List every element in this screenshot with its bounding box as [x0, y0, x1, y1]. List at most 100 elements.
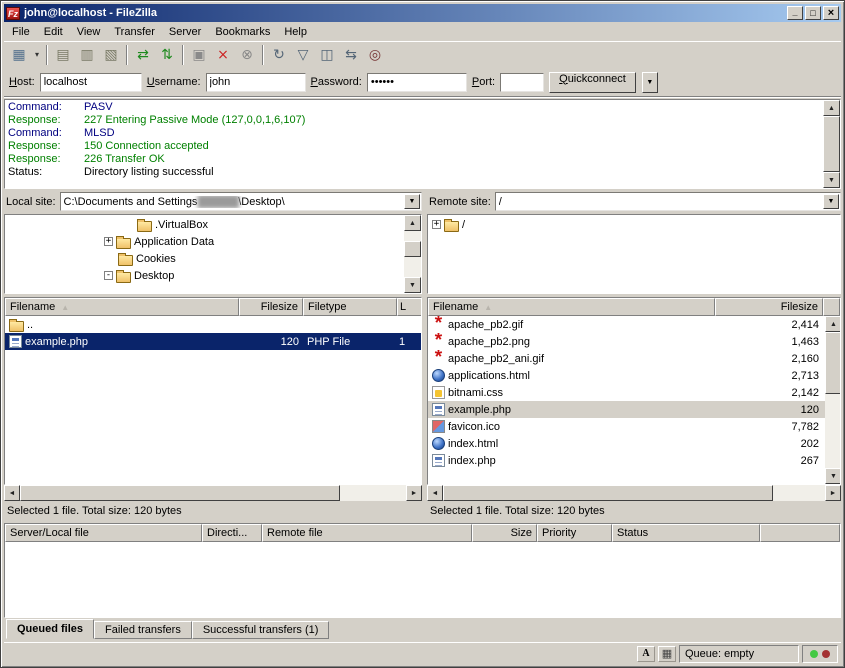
toggle-message-log-icon[interactable]: ▤: [51, 44, 75, 66]
log-line-status: Status:Directory listing successful: [8, 166, 820, 179]
column-header-filename[interactable]: Filename: [5, 298, 239, 316]
queue-column-header-directi[interactable]: Directi...: [202, 524, 262, 542]
filename-cell: favicon.ico: [428, 418, 715, 435]
title-bar[interactable]: Fz john@localhost - FileZilla _ □ ×: [4, 4, 841, 22]
password-input[interactable]: [367, 73, 467, 92]
scroll-down-icon[interactable]: [825, 468, 840, 484]
filesize-cell: 267: [715, 452, 823, 469]
menu-item-view[interactable]: View: [70, 24, 108, 40]
file-row-x[interactable]: ..: [5, 316, 421, 333]
queue-column-header-server-local-file[interactable]: Server/Local file: [5, 524, 202, 542]
scrollbar-thumb[interactable]: [404, 241, 421, 257]
add-bookmark-icon[interactable]: ▣: [187, 44, 211, 66]
host-input[interactable]: [40, 73, 142, 92]
column-header-filetype[interactable]: Filetype: [303, 298, 397, 316]
file-row-apache-pb2-png[interactable]: apache_pb2.png1,463: [428, 333, 825, 350]
menu-item-bookmarks[interactable]: Bookmarks: [208, 24, 277, 40]
minimize-button[interactable]: _: [787, 6, 803, 20]
scrollbar-thumb[interactable]: [443, 485, 773, 501]
log-scrollbar[interactable]: [823, 100, 840, 188]
file-row-favicon-ico[interactable]: favicon.ico7,782: [428, 418, 825, 435]
file-row-applications-html[interactable]: applications.html2,713: [428, 367, 825, 384]
file-row-example-php[interactable]: example.php120: [428, 401, 825, 418]
menu-item-help[interactable]: Help: [277, 24, 314, 40]
local-site-combo[interactable]: C:\Documents and Settings██████\Desktop\: [60, 192, 422, 211]
letter-a-icon[interactable]: A: [637, 646, 655, 662]
tree-expander-icon[interactable]: +: [104, 237, 113, 246]
local-site-combo-arrow-icon[interactable]: [404, 194, 420, 209]
tab-successful-transfers-1[interactable]: Successful transfers (1): [192, 621, 330, 639]
tree-expander-icon[interactable]: -: [104, 271, 113, 280]
site-manager-dropdown-icon[interactable]: ▾: [31, 44, 43, 66]
synchronized-browsing-icon[interactable]: ⇆: [339, 44, 363, 66]
file-row-index-html[interactable]: index.html202: [428, 435, 825, 452]
queue-column-header-size[interactable]: Size: [472, 524, 537, 542]
column-header-filesize[interactable]: Filesize: [239, 298, 303, 316]
queue-column-header-remote-file[interactable]: Remote file: [262, 524, 472, 542]
file-row-bitnami-css[interactable]: bitnami.css2,142: [428, 384, 825, 401]
username-input[interactable]: [206, 73, 306, 92]
scroll-right-icon[interactable]: [406, 485, 422, 501]
find-files-icon[interactable]: ◎: [363, 44, 387, 66]
cancel-operation-icon[interactable]: ×: [211, 44, 235, 66]
process-queue-icon[interactable]: ⇅: [155, 44, 179, 66]
menu-item-edit[interactable]: Edit: [37, 24, 70, 40]
remote-site-combo[interactable]: /: [495, 192, 841, 211]
folder-icon: [118, 255, 133, 266]
scroll-up-icon[interactable]: [825, 316, 840, 332]
scrollbar-thumb[interactable]: [20, 485, 340, 501]
file-row-index-php[interactable]: index.php267: [428, 452, 825, 469]
queue-column-header-status[interactable]: Status: [612, 524, 760, 542]
local-list-hscrollbar[interactable]: [4, 485, 422, 501]
disconnect-icon[interactable]: ⊗: [235, 44, 259, 66]
scroll-up-icon[interactable]: [823, 100, 840, 116]
file-row-example-php[interactable]: example.php120PHP File1: [5, 333, 421, 350]
scrollbar-thumb[interactable]: [823, 116, 840, 172]
tree-expander-icon[interactable]: +: [432, 220, 441, 229]
port-label: Port:: [472, 76, 495, 88]
scroll-down-icon[interactable]: [404, 277, 421, 293]
remote-list-scrollbar[interactable]: [825, 316, 840, 484]
column-header-filesize[interactable]: Filesize: [715, 298, 823, 316]
toggle-directory-trees-icon[interactable]: ▥: [75, 44, 99, 66]
tree-item-virtualbox[interactable]: .VirtualBox: [5, 216, 404, 233]
scroll-left-icon[interactable]: [4, 485, 20, 501]
quickconnect-button[interactable]: Quickconnect: [549, 72, 636, 93]
quickconnect-dropdown-icon[interactable]: [642, 72, 658, 93]
keypad-icon[interactable]: [658, 646, 676, 662]
folder-icon: [116, 238, 131, 249]
tree-item-cookies[interactable]: Cookies: [5, 250, 404, 267]
close-button[interactable]: ×: [823, 6, 839, 20]
scroll-left-icon[interactable]: [427, 485, 443, 501]
tab-queued-files[interactable]: Queued files: [6, 619, 94, 639]
scroll-up-icon[interactable]: [404, 215, 421, 231]
file-row-apache-pb2-ani-gif[interactable]: apache_pb2_ani.gif2,160: [428, 350, 825, 367]
menu-item-server[interactable]: Server: [162, 24, 208, 40]
site-manager-icon[interactable]: ▦: [7, 44, 31, 66]
local-tree-scrollbar[interactable]: [404, 215, 421, 293]
remote-selection-status: Selected 1 file. Total size: 120 bytes: [427, 505, 841, 517]
file-row-apache-pb2-gif[interactable]: apache_pb2.gif2,414: [428, 316, 825, 333]
refresh-file-lists-icon[interactable]: ⇄: [131, 44, 155, 66]
reconnect-icon[interactable]: ↻: [267, 44, 291, 66]
tree-item-x[interactable]: +/: [428, 216, 840, 233]
remote-site-combo-arrow-icon[interactable]: [823, 194, 839, 209]
toggle-transfer-queue-icon[interactable]: ▧: [99, 44, 123, 66]
menu-item-transfer[interactable]: Transfer: [107, 24, 162, 40]
port-input[interactable]: [500, 73, 544, 92]
remote-list-hscrollbar[interactable]: [427, 485, 841, 501]
directory-comparison-icon[interactable]: ◫: [315, 44, 339, 66]
tab-failed-transfers[interactable]: Failed transfers: [94, 621, 192, 639]
scroll-down-icon[interactable]: [823, 172, 840, 188]
tree-item-application-data[interactable]: +Application Data: [5, 233, 404, 250]
column-header-l[interactable]: L: [397, 298, 422, 316]
scrollbar-thumb[interactable]: [825, 332, 840, 394]
maximize-button[interactable]: □: [805, 6, 821, 20]
tree-item-desktop[interactable]: -Desktop: [5, 267, 404, 284]
queue-column-header-priority[interactable]: Priority: [537, 524, 612, 542]
directory-listing-filters-icon[interactable]: ▽: [291, 44, 315, 66]
column-header-filename[interactable]: Filename: [428, 298, 715, 316]
menu-item-file[interactable]: File: [5, 24, 37, 40]
green-led-icon: [810, 650, 818, 658]
scroll-right-icon[interactable]: [825, 485, 841, 501]
